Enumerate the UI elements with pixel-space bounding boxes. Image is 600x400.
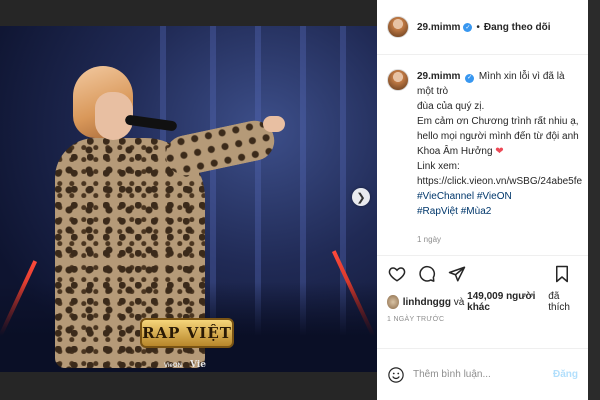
likes-connector: và	[453, 296, 465, 308]
smiley-icon	[388, 366, 404, 383]
caption-time: 1 ngày	[417, 235, 442, 244]
caption-body: 29.mimm ✓ Mình xin lỗi vì đã là một trò …	[417, 69, 582, 255]
following-button[interactable]: Đang theo dõi	[484, 22, 551, 33]
caption-line: đùa của quý zị.	[417, 101, 485, 112]
page-scrollbar[interactable]	[588, 0, 600, 400]
save-button[interactable]	[550, 262, 574, 286]
likes-suffix: đã thích	[548, 291, 570, 313]
post-modal: RAP VIỆT VieON Vie ❯ 29.mimm ✓ • Đang th…	[0, 0, 588, 400]
emoji-button[interactable]	[387, 366, 405, 384]
heart-outline-icon	[388, 266, 406, 282]
liker-username[interactable]: linhdnggg	[403, 297, 451, 308]
caption-line: hello mọi người mình đến từ đội anh	[417, 131, 579, 142]
bookmark-icon	[556, 265, 568, 283]
vie-channel-logo: Vie	[190, 360, 206, 370]
verified-badge-icon: ✓	[463, 22, 473, 32]
rap-viet-logo: RAP VIỆT	[140, 318, 234, 348]
post-date: 1 NGÀY TRƯỚC	[387, 316, 445, 323]
comment-input[interactable]	[413, 369, 543, 380]
chevron-right-icon: ❯	[356, 191, 366, 204]
like-button[interactable]	[385, 262, 409, 286]
stage: RAP VIỆT VieON Vie ❯ 29.mimm ✓ • Đang th…	[0, 0, 600, 400]
caption-link[interactable]: https://click.vieon.vn/wSBG/24abe5fe	[417, 174, 582, 189]
separator-dot: •	[476, 21, 480, 33]
post-header: 29.mimm ✓ • Đang theo dõi	[377, 0, 588, 55]
post-side-panel: 29.mimm ✓ • Đang theo dõi 29.mimm ✓ Mình…	[377, 0, 588, 400]
caption: 29.mimm ✓ Mình xin lỗi vì đã là một trò …	[377, 55, 588, 255]
comment-button[interactable]	[415, 262, 439, 286]
post-photo: RAP VIỆT VieON Vie	[0, 26, 377, 372]
vieon-logo: VieON	[164, 363, 182, 369]
verified-badge-icon: ✓	[465, 74, 475, 83]
post-media[interactable]: RAP VIỆT VieON Vie ❯	[0, 0, 377, 400]
caption-line: Khoa Âm Hưởng	[417, 146, 493, 157]
microphone	[124, 114, 178, 132]
comment-bar: Đăng	[377, 348, 588, 400]
link-label: Link xem:	[417, 161, 460, 172]
red-heart-icon: ❤	[495, 146, 504, 157]
likes-count[interactable]: 149,009 người khác	[467, 291, 545, 313]
share-button[interactable]	[445, 262, 469, 286]
hashtags[interactable]: #RapViệt #Mùa2	[417, 204, 582, 219]
caption-avatar[interactable]	[387, 69, 409, 91]
next-media-button[interactable]: ❯	[352, 188, 370, 206]
caption-username[interactable]: 29.mimm	[417, 71, 460, 82]
avatar[interactable]	[387, 16, 409, 38]
action-bar	[377, 255, 588, 291]
likes-summary: linhdnggg và 149,009 người khác đã thích	[377, 291, 588, 313]
hashtags[interactable]: #VieChannel #VieON	[417, 189, 582, 204]
caption-line: Em cảm ơn Chương trình rất nhiu ạ,	[417, 116, 579, 127]
paper-plane-icon	[448, 266, 466, 281]
post-comment-button[interactable]: Đăng	[553, 369, 578, 380]
header-username[interactable]: 29.mimm	[417, 22, 460, 33]
comment-bubble-icon	[419, 265, 436, 282]
liker-avatar	[387, 295, 399, 309]
